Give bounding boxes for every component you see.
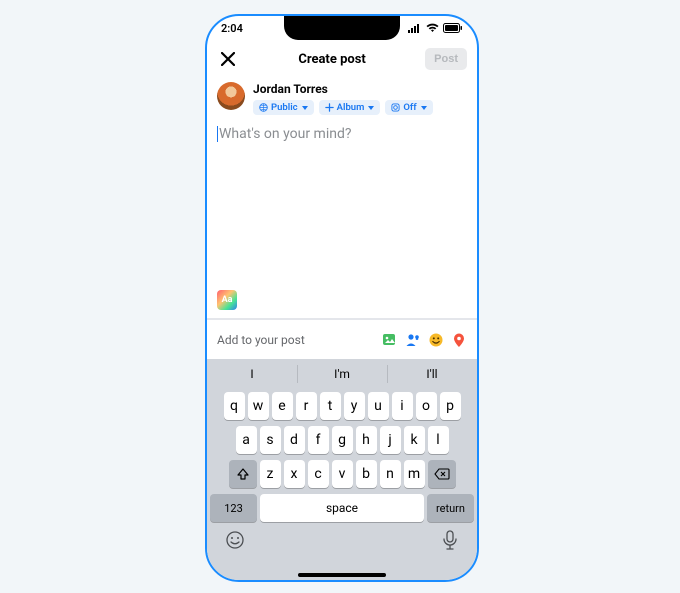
key-w[interactable]: w bbox=[248, 392, 269, 420]
post-button[interactable]: Post bbox=[425, 48, 467, 70]
instagram-icon bbox=[391, 103, 400, 112]
chevron-down-icon bbox=[302, 106, 308, 110]
wifi-icon bbox=[426, 23, 439, 33]
key-m[interactable]: m bbox=[404, 460, 425, 488]
battery-icon bbox=[443, 23, 463, 33]
status-time: 2:04 bbox=[221, 22, 243, 35]
instagram-label: Off bbox=[403, 102, 416, 113]
return-key[interactable]: return bbox=[427, 494, 474, 522]
post-textarea[interactable]: What's on your mind? bbox=[217, 123, 467, 142]
tag-people-icon[interactable] bbox=[405, 332, 421, 348]
page-title: Create post bbox=[298, 52, 366, 67]
key-h[interactable]: h bbox=[356, 426, 377, 454]
background-picker-label: Aa bbox=[222, 295, 233, 305]
key-c[interactable]: c bbox=[308, 460, 329, 488]
keyboard-footer bbox=[207, 525, 477, 557]
backspace-icon bbox=[434, 468, 450, 480]
notch bbox=[284, 16, 400, 40]
status-indicators bbox=[408, 23, 463, 33]
key-q[interactable]: q bbox=[224, 392, 245, 420]
suggestion-bar: I I'm I'll bbox=[207, 359, 477, 389]
key-row-3: z x c v b n m bbox=[207, 457, 477, 491]
key-f[interactable]: f bbox=[308, 426, 329, 454]
text-cursor bbox=[217, 126, 218, 142]
key-x[interactable]: x bbox=[284, 460, 305, 488]
key-s[interactable]: s bbox=[260, 426, 281, 454]
key-y[interactable]: y bbox=[344, 392, 365, 420]
audience-chip[interactable]: Public bbox=[253, 100, 314, 115]
key-u[interactable]: u bbox=[368, 392, 389, 420]
plus-icon bbox=[325, 103, 334, 112]
suggestion[interactable]: I'll bbox=[387, 359, 477, 389]
privacy-chips: Public Album Off bbox=[253, 100, 433, 115]
globe-icon bbox=[259, 103, 268, 112]
composer: Jordan Torres Public Album bbox=[207, 78, 477, 142]
username: Jordan Torres bbox=[253, 82, 433, 96]
chevron-down-icon bbox=[368, 106, 374, 110]
key-g[interactable]: g bbox=[332, 426, 353, 454]
close-icon bbox=[221, 52, 235, 66]
key-e[interactable]: e bbox=[272, 392, 293, 420]
audience-label: Public bbox=[271, 102, 298, 113]
keyboard: I I'm I'll q w e r t y u i o p a s d f bbox=[207, 359, 477, 580]
navbar: Create post Post bbox=[207, 40, 477, 78]
key-d[interactable]: d bbox=[284, 426, 305, 454]
key-n[interactable]: n bbox=[380, 460, 401, 488]
shift-key[interactable] bbox=[229, 460, 257, 488]
key-k[interactable]: k bbox=[404, 426, 425, 454]
photo-icon[interactable] bbox=[382, 332, 398, 348]
background-picker[interactable]: Aa bbox=[217, 290, 237, 310]
backspace-key[interactable] bbox=[428, 460, 456, 488]
key-o[interactable]: o bbox=[416, 392, 437, 420]
key-row-1: q w e r t y u i o p bbox=[207, 389, 477, 423]
key-j[interactable]: j bbox=[380, 426, 401, 454]
album-chip[interactable]: Album bbox=[319, 100, 381, 115]
key-t[interactable]: t bbox=[320, 392, 341, 420]
close-button[interactable] bbox=[217, 45, 239, 73]
numeric-key[interactable]: 123 bbox=[210, 494, 257, 522]
instagram-chip[interactable]: Off bbox=[385, 100, 432, 115]
phone-frame: 2:04 Create post Post Jordan Torres bbox=[205, 14, 479, 582]
add-to-post-row[interactable]: Add to your post bbox=[207, 319, 477, 361]
add-to-post-label: Add to your post bbox=[217, 333, 305, 347]
space-key[interactable]: space bbox=[260, 494, 424, 522]
key-row-2: a s d f g h j k l bbox=[207, 423, 477, 457]
key-a[interactable]: a bbox=[236, 426, 257, 454]
emoji-icon[interactable] bbox=[225, 530, 245, 550]
chevron-down-icon bbox=[421, 106, 427, 110]
shift-icon bbox=[236, 467, 250, 481]
textarea-placeholder: What's on your mind? bbox=[219, 126, 351, 142]
key-b[interactable]: b bbox=[356, 460, 377, 488]
suggestion[interactable]: I'm bbox=[297, 359, 387, 389]
mic-icon[interactable] bbox=[441, 529, 459, 551]
signal-icon bbox=[408, 23, 422, 33]
album-label: Album bbox=[337, 102, 365, 113]
suggestion[interactable]: I bbox=[207, 359, 297, 389]
avatar[interactable] bbox=[217, 82, 245, 110]
key-v[interactable]: v bbox=[332, 460, 353, 488]
key-z[interactable]: z bbox=[260, 460, 281, 488]
home-indicator[interactable] bbox=[298, 573, 386, 577]
key-l[interactable]: l bbox=[428, 426, 449, 454]
feeling-icon[interactable] bbox=[428, 332, 444, 348]
location-icon[interactable] bbox=[451, 332, 467, 348]
key-i[interactable]: i bbox=[392, 392, 413, 420]
key-row-4: 123 space return bbox=[207, 491, 477, 525]
key-p[interactable]: p bbox=[440, 392, 461, 420]
key-r[interactable]: r bbox=[296, 392, 317, 420]
